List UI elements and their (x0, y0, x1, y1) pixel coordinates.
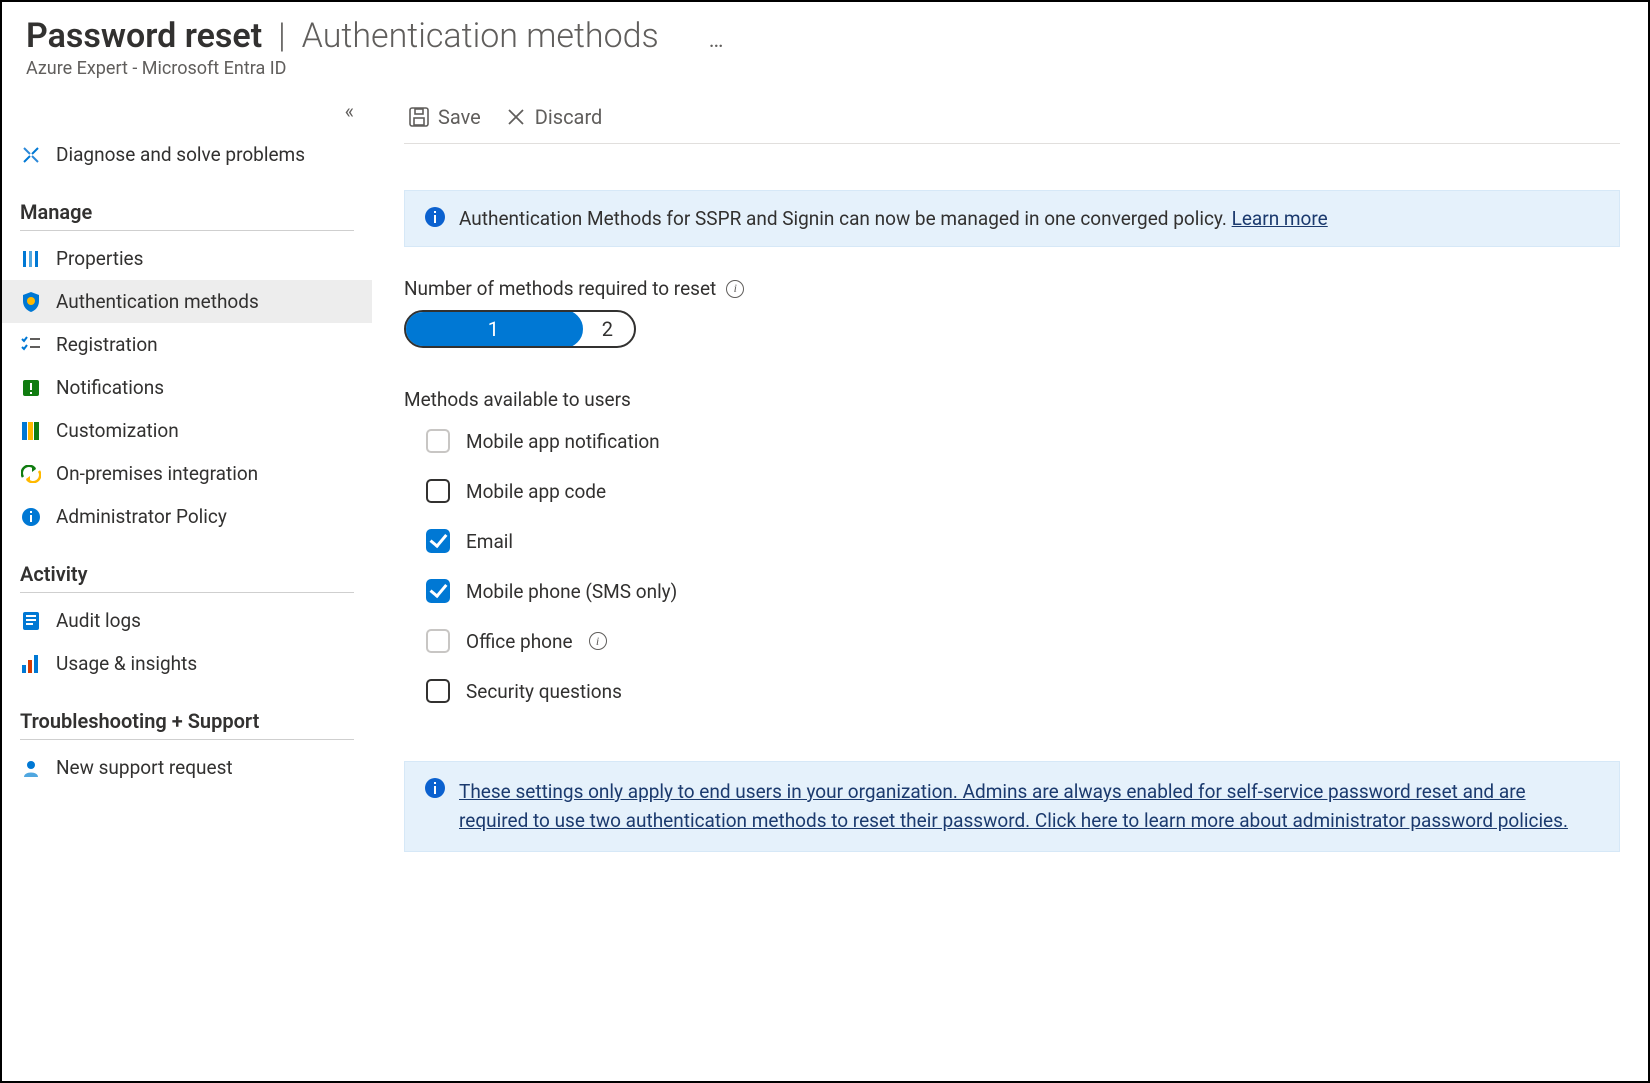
method-mobile-phone[interactable]: Mobile phone (SMS only) (426, 579, 1620, 603)
method-label: Email (466, 530, 513, 553)
admin-policy-link[interactable]: These settings only apply to end users i… (459, 778, 1599, 835)
learn-more-link[interactable]: Learn more (1232, 207, 1328, 230)
notification-icon (20, 379, 42, 397)
close-icon (505, 106, 527, 128)
checkbox[interactable] (426, 629, 450, 653)
chevron-double-left-icon: « (345, 99, 354, 123)
method-label: Mobile app code (466, 480, 606, 503)
collapse-sidebar-button[interactable]: « (2, 99, 372, 133)
sidebar-item-support[interactable]: New support request (2, 746, 372, 789)
sidebar-item-diagnose[interactable]: Diagnose and solve problems (2, 133, 372, 176)
sidebar-item-audit-logs[interactable]: Audit logs (2, 599, 372, 642)
page-subtitle: Azure Expert - Microsoft Entra ID (26, 58, 1624, 79)
sidebar-item-label: Authentication methods (56, 290, 259, 313)
page-title-light: Authentication methods (302, 16, 659, 56)
sidebar-item-admin-policy[interactable]: Administrator Policy (2, 495, 372, 538)
checkbox[interactable] (426, 579, 450, 603)
method-office-phone[interactable]: Office phone i (426, 629, 1620, 653)
sidebar-item-properties[interactable]: Properties (2, 237, 372, 280)
sidebar-group-support: Troubleshooting + Support (2, 685, 372, 739)
sidebar-item-notifications[interactable]: Notifications (2, 366, 372, 409)
sidebar-item-label: New support request (56, 756, 233, 779)
palette-icon (20, 422, 42, 440)
info-icon (425, 207, 445, 227)
sidebar-item-onprem[interactable]: On-premises integration (2, 452, 372, 495)
checkbox[interactable] (426, 529, 450, 553)
wrench-icon (20, 145, 42, 165)
checkbox[interactable] (426, 429, 450, 453)
sliders-icon (20, 250, 42, 268)
method-mobile-app-notification[interactable]: Mobile app notification (426, 429, 1620, 453)
method-email[interactable]: Email (426, 529, 1620, 553)
method-label: Mobile phone (SMS only) (466, 580, 677, 603)
sidebar-item-label: Properties (56, 247, 143, 270)
toolbar: Save Discard (404, 95, 1620, 144)
num-methods-option-2[interactable]: 2 (581, 312, 634, 346)
sidebar-item-usage[interactable]: Usage & insights (2, 642, 372, 685)
chart-icon (20, 655, 42, 673)
num-methods-option-1[interactable]: 1 (404, 310, 583, 348)
sidebar-item-label: Diagnose and solve problems (56, 143, 305, 166)
num-methods-label: Number of methods required to reset i (404, 277, 1620, 300)
sidebar-item-label: Administrator Policy (56, 505, 227, 528)
info-icon (425, 778, 445, 798)
main-content: Save Discard Authentication Methods for … (372, 85, 1648, 1081)
info-tooltip-icon[interactable]: i (726, 280, 744, 298)
info-icon (20, 508, 42, 526)
sidebar-item-registration[interactable]: Registration (2, 323, 372, 366)
save-button[interactable]: Save (408, 105, 481, 129)
sidebar-group-manage: Manage (2, 176, 372, 230)
support-icon (20, 759, 42, 777)
info-banner-top: Authentication Methods for SSPR and Sign… (404, 190, 1620, 247)
sidebar-item-label: Audit logs (56, 609, 141, 632)
discard-label: Discard (535, 105, 603, 129)
method-label: Security questions (466, 680, 622, 703)
method-label: Office phone (466, 630, 573, 653)
page-title-strong: Password reset (26, 16, 262, 56)
info-tooltip-icon[interactable]: i (589, 632, 607, 650)
save-icon (408, 106, 430, 128)
checklist-icon (20, 336, 42, 354)
methods-title: Methods available to users (404, 388, 1620, 411)
info-banner-text: Authentication Methods for SSPR and Sign… (459, 207, 1232, 230)
more-actions-button[interactable]: … (669, 28, 726, 53)
shield-icon (20, 292, 42, 312)
checkbox[interactable] (426, 679, 450, 703)
sync-icon (20, 465, 42, 483)
sidebar-item-auth-methods[interactable]: Authentication methods (2, 280, 372, 323)
method-mobile-app-code[interactable]: Mobile app code (426, 479, 1620, 503)
method-security-questions[interactable]: Security questions (426, 679, 1620, 703)
methods-list: Mobile app notification Mobile app code … (404, 429, 1620, 703)
sidebar-item-label: Notifications (56, 376, 164, 399)
info-banner-bottom: These settings only apply to end users i… (404, 761, 1620, 852)
discard-button[interactable]: Discard (505, 105, 603, 129)
num-methods-toggle[interactable]: 1 2 (404, 310, 636, 348)
method-label: Mobile app notification (466, 430, 660, 453)
log-icon (20, 612, 42, 630)
sidebar-item-label: Customization (56, 419, 179, 442)
save-label: Save (438, 105, 481, 129)
sidebar-item-label: Registration (56, 333, 158, 356)
page-header: Password reset | Authentication methods … (2, 2, 1648, 85)
sidebar-item-label: On-premises integration (56, 462, 258, 485)
title-separator: | (272, 16, 292, 56)
sidebar: « Diagnose and solve problems Manage Pro… (2, 85, 372, 1081)
checkbox[interactable] (426, 479, 450, 503)
sidebar-item-customization[interactable]: Customization (2, 409, 372, 452)
sidebar-group-activity: Activity (2, 538, 372, 592)
sidebar-item-label: Usage & insights (56, 652, 197, 675)
